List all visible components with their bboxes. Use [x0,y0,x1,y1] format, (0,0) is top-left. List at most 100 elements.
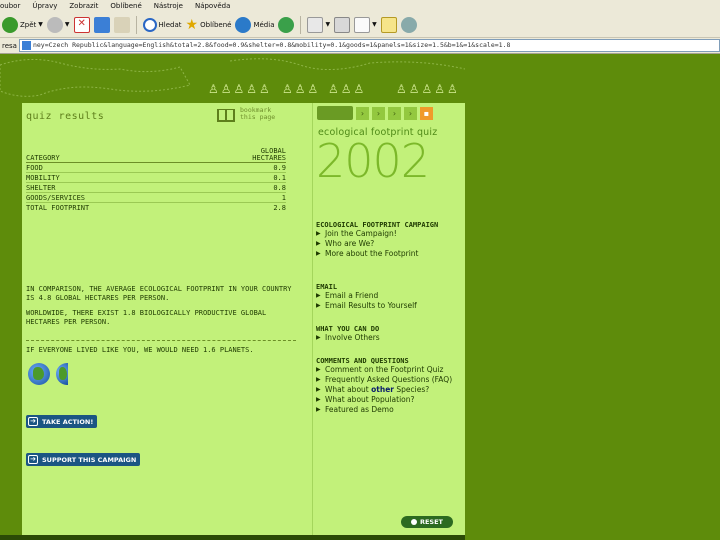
menu-edit[interactable]: Úpravy [32,2,57,10]
mail-icon [307,16,324,33]
link-email-results[interactable]: ▶ Email Results to Yourself [316,301,464,311]
row-label: FOOD [26,164,43,172]
link-featured[interactable]: ▶ Featured as Demo [316,405,464,415]
link-faq[interactable]: ▶ Frequently Asked Questions (FAQ) [316,375,464,385]
arrow-right-icon: ➔ [28,417,38,426]
col-category: CATEGORY [26,154,60,162]
toolbar-separator [300,15,302,34]
forward-arrow-icon [46,16,63,33]
discuss-icon[interactable] [380,16,397,33]
favorites-button[interactable]: ★ Oblíbené [186,17,232,33]
browser-toolbar: Zpět ▼ ▼ Hledat ★ Oblíbené Média ▼ ▼ [0,12,720,38]
link-label: Involve Others [325,333,380,342]
nav-step-button[interactable]: › [388,106,401,120]
menu-file[interactable]: oubor [0,2,20,10]
link-population[interactable]: ▶ What about Population? [316,395,464,405]
triangle-right-icon: ▶ [316,302,321,309]
quiz-year: 2002 [316,134,430,188]
worldwide-text: WORLDWIDE, THERE EXIST 1.8 BIOLOGICALLY … [26,309,267,326]
link-email-friend[interactable]: ▶ Email a Friend [316,291,464,301]
campaign-heading: ECOLOGICAL FOOTPRINT CAMPAIGN [316,221,439,229]
table-row: MOBILITY 0.1 [26,173,286,183]
stop-icon[interactable] [73,16,90,33]
print-icon[interactable] [334,16,351,33]
bookmark-line2: this page [240,113,276,121]
link-more-footprint[interactable]: ▶ More about the Footprint [316,249,464,259]
link-label: Comment on the Footprint Quiz [325,365,444,374]
people-icons-decoration: ♙♙♙ [282,82,321,96]
triangle-right-icon: ▶ [316,230,321,237]
back-button[interactable]: Zpět ▼ [2,16,43,33]
comments-section: COMMENTS AND QUESTIONS ▶ Comment on the F… [316,357,464,415]
triangle-right-icon: ▶ [316,376,321,383]
refresh-icon[interactable] [93,16,110,33]
menu-view[interactable]: Zobrazit [69,2,98,10]
nav-step-button[interactable]: › [372,106,385,120]
triangle-right-icon: ▶ [316,406,321,413]
messenger-icon[interactable] [400,16,417,33]
row-value: 0.9 [273,164,286,172]
history-icon[interactable] [278,16,295,33]
address-text: ney=Czech Republic&language=English&tota… [32,41,511,49]
triangle-right-icon: ▶ [316,366,321,373]
link-label: Featured as Demo [325,405,394,414]
triangle-right-icon: ▶ [316,250,321,257]
page-content: ♙♙♙♙♙ ♙♙♙ ♙♙♙ ♙♙♙♙♙ quiz results bookmar… [0,55,720,540]
comments-heading: COMMENTS AND QUESTIONS [316,357,409,365]
chevron-down-icon[interactable]: ▼ [65,21,70,28]
bookmark-link[interactable]: bookmark this page [217,107,275,122]
nav-step-button[interactable]: › [356,106,369,120]
back-arrow-icon [2,16,18,33]
page-title: quiz results [26,111,105,122]
row-label: SHELTER [26,184,56,192]
media-button[interactable]: Média [235,16,274,33]
home-icon[interactable] [113,16,130,33]
nav-step-active[interactable]: ▪ [420,106,433,120]
row-value: 1 [281,194,286,202]
reset-button[interactable]: RESET [401,516,453,528]
nav-step-button[interactable]: › [404,106,417,120]
edit-button[interactable]: ▼ [354,16,377,33]
what-you-can-do-heading: WHAT YOU CAN DO [316,325,380,333]
table-row: SHELTER 0.8 [26,183,286,193]
take-action-button[interactable]: ➔ TAKE ACTION! [26,415,98,428]
results-table: CATEGORY GLOBAL HECTARES FOOD 0.9 MOBILIT… [26,145,286,213]
comparison-text: IN COMPARISON, THE AVERAGE ECOLOGICAL FO… [26,285,292,302]
chevron-down-icon[interactable]: ▼ [325,21,330,28]
chevron-down-icon[interactable]: ▼ [372,21,377,28]
address-input[interactable]: ney=Czech Republic&language=English&tota… [18,39,720,52]
support-campaign-button[interactable]: ➔ SUPPORT THIS CAMPAIGN [26,453,141,466]
row-label: GOODS/SERVICES [26,194,86,202]
page-icon [21,41,31,50]
link-who-are-we[interactable]: ▶ Who are We? [316,239,464,249]
search-label: Hledat [158,20,182,29]
menu-favorites[interactable]: Oblíbené [110,2,141,10]
row-label: MOBILITY [26,174,60,182]
link-label-highlight: other [371,385,394,394]
triangle-right-icon: ▶ [316,396,321,403]
quiz-nav: › › › › ▪ [313,103,466,123]
menu-help[interactable]: Nápověda [195,2,230,10]
link-label: Frequently Asked Questions (FAQ) [325,375,453,384]
row-value: 0.1 [273,174,286,182]
search-button[interactable]: Hledat [142,17,182,32]
link-involve-others[interactable]: ▶ Involve Others [316,333,464,343]
link-join-campaign[interactable]: ▶ Join the Campaign! [316,229,464,239]
menu-tools[interactable]: Nástroje [154,2,183,10]
link-label: Who are We? [325,239,375,248]
media-icon [235,16,252,33]
forward-button[interactable]: ▼ [46,16,70,33]
chevron-down-icon[interactable]: ▼ [38,21,43,28]
link-label: More about the Footprint [325,249,419,258]
mail-button[interactable]: ▼ [307,16,330,33]
link-other-species[interactable]: ▶ What about other Species? [316,385,464,395]
link-comment-quiz[interactable]: ▶ Comment on the Footprint Quiz [316,365,464,375]
people-icons-decoration: ♙♙♙♙♙ [396,82,460,96]
triangle-right-icon: ▶ [316,334,321,341]
planets-visual [28,363,68,385]
triangle-right-icon: ▶ [316,386,321,393]
footer-strip [0,535,465,540]
campaign-section: ECOLOGICAL FOOTPRINT CAMPAIGN ▶ Join the … [316,221,464,259]
partial-globe-icon [56,363,68,385]
triangle-right-icon: ▶ [316,240,321,247]
